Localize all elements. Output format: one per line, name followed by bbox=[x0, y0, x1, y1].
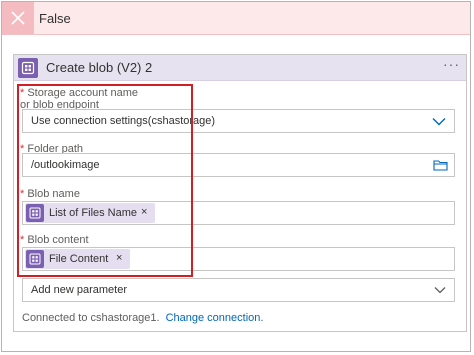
action-header[interactable]: Create blob (V2) 2 ··· bbox=[14, 55, 466, 81]
folder-icon[interactable] bbox=[433, 159, 448, 171]
more-options-icon[interactable]: ··· bbox=[443, 56, 460, 72]
chevron-down-icon bbox=[434, 287, 446, 294]
connection-status: Connected to cshastorage1. Change connect… bbox=[22, 312, 263, 324]
chevron-down-icon bbox=[432, 118, 446, 126]
highlight-box bbox=[17, 84, 193, 277]
blob-storage-icon bbox=[18, 58, 38, 78]
action-title: Create blob (V2) 2 bbox=[46, 60, 153, 75]
change-connection-link[interactable]: Change connection. bbox=[166, 312, 264, 324]
connection-text: Connected to cshastorage1. bbox=[22, 312, 160, 324]
false-branch-title: False bbox=[39, 11, 71, 26]
false-branch-header[interactable]: False bbox=[2, 2, 470, 35]
condition-false-branch: False Create blob (V2) 2 ··· * Storage a… bbox=[1, 1, 471, 352]
add-new-parameter-dropdown[interactable]: Add new parameter bbox=[22, 278, 455, 302]
add-new-parameter-label: Add new parameter bbox=[31, 284, 127, 296]
close-icon[interactable] bbox=[2, 2, 34, 34]
